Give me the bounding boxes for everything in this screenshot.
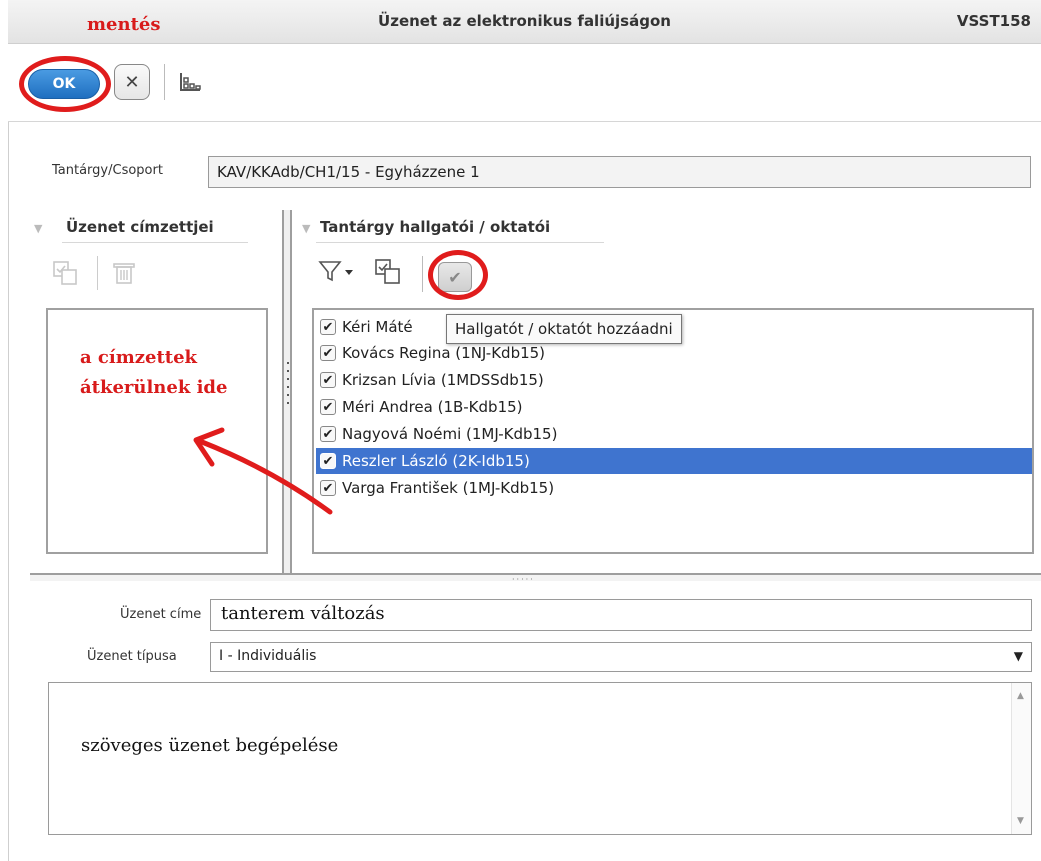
right-panel-header: Tantárgy hallgatói / oktatói [320,218,551,236]
window-title: Üzenet az elektronikus faliújságon [378,12,671,30]
annotation-circle-ok [19,56,111,112]
collapse-right-icon[interactable]: ▼ [302,222,310,235]
annotation-circle-add [428,250,488,300]
splitter-grip: ····· [512,575,535,584]
annotation-recipients: a címzettek átkerülnek ide [80,347,228,398]
annotation-save: mentés [87,14,161,35]
chevron-down-icon: ▼ [1013,649,1023,663]
scroll-down-icon[interactable]: ▼ [1017,816,1024,826]
message-type-select[interactable]: I - Individuális ▼ [210,642,1032,672]
window-code: VSST158 [956,12,1031,30]
left-icon-separator [97,256,98,290]
checkbox[interactable]: ✔ [320,345,336,361]
list-item-label: Reszler László (2K-Idb15) [342,452,530,470]
list-item[interactable]: ✔ Méri Andrea (1B-Kdb15) [316,394,1032,420]
message-title-input[interactable]: tanterem változás [210,599,1032,631]
horizontal-splitter[interactable]: ····· [30,573,1041,584]
window-left-border [8,122,9,861]
cancel-button[interactable]: ✕ [114,64,150,100]
list-item-label: Méri Andrea (1B-Kdb15) [342,398,523,416]
checkbox[interactable]: ✔ [320,319,336,335]
title-bar: Üzenet az elektronikus faliújságon VSST1… [8,0,1041,44]
collapse-left-icon[interactable]: ▼ [34,222,42,235]
trash-icon[interactable] [112,260,136,286]
list-item[interactable]: ✔ Krizsan Lívia (1MDSSdb15) [316,367,1032,393]
subject-field: KAV/KKAdb/CH1/15 - Egyházzene 1 [208,156,1031,188]
message-dialog: Üzenet az elektronikus faliújságon VSST1… [0,0,1041,861]
list-item[interactable]: ✔ Nagyová Noémi (1MJ-Kdb15) [316,421,1032,447]
left-panel-header: Üzenet címzettjei [66,218,214,236]
add-selected-icon[interactable] [374,258,402,286]
message-body-textarea[interactable]: szöveges üzenet begépelése ▲ ▼ [48,682,1032,835]
list-item-label: Kéri Máté [342,318,413,336]
list-item-selected[interactable]: ✔ Reszler László (2K-Idb15) [316,448,1032,474]
subject-label: Tantárgy/Csoport [52,163,163,178]
scrollbar[interactable]: ▲ ▼ [1011,683,1031,834]
list-item-label: Nagyová Noémi (1MJ-Kdb15) [342,425,558,443]
toolbar [8,44,1041,122]
right-header-underline [316,242,604,243]
tooltip: Hallgatót / oktatót hozzáadni [446,314,682,344]
list-item[interactable]: ✔ Varga František (1MJ-Kdb15) [316,475,1032,501]
add-selected-icon[interactable] [52,260,78,286]
filter-icon[interactable] [318,258,360,284]
table-layout-icon[interactable] [178,70,202,94]
checkbox[interactable]: ✔ [320,372,336,388]
list-item-label: Varga František (1MJ-Kdb15) [342,479,555,497]
annotation-arrow [193,427,333,515]
students-list[interactable]: ✔ Kéri Máté ✔ Kovács Regina (1NJ-Kdb15) … [312,308,1034,554]
list-item-label: Kovács Regina (1NJ-Kdb15) [342,344,546,362]
list-item-label: Krizsan Lívia (1MDSSdb15) [342,371,544,389]
scroll-up-icon[interactable]: ▲ [1017,691,1024,701]
message-title-label: Üzenet címe [120,607,202,622]
message-body-text: szöveges üzenet begépelése [81,735,339,756]
left-header-underline [62,242,248,243]
toolbar-separator [164,64,165,100]
checkbox[interactable]: ✔ [320,399,336,415]
right-icon-separator [422,256,423,292]
message-type-value: I - Individuális [219,648,317,664]
message-type-label: Üzenet típusa [87,649,177,664]
